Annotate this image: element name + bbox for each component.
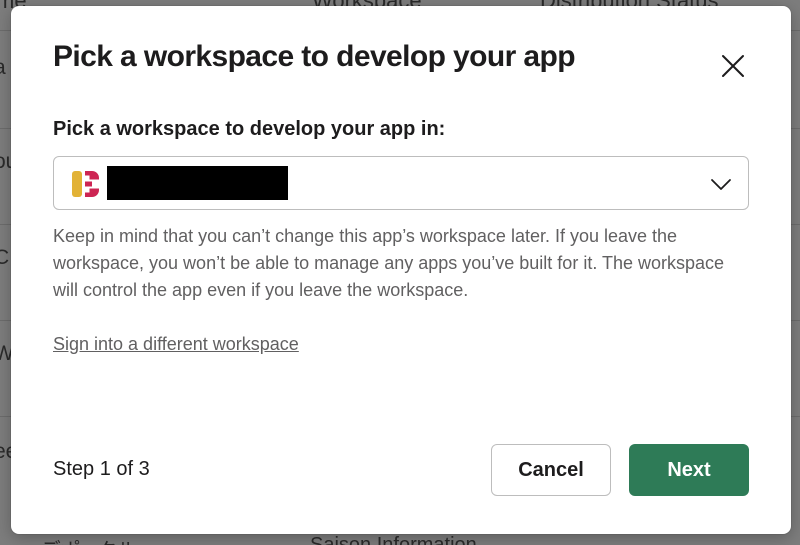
selected-workspace-name — [107, 166, 288, 200]
step-indicator: Step 1 of 3 — [53, 458, 150, 480]
dialog-title: Pick a workspace to develop your app — [53, 40, 576, 73]
bg-row-cell: C — [0, 246, 10, 269]
close-icon — [722, 55, 744, 77]
bg-footer-app-name: ...ッデポ...クル... — [4, 534, 153, 545]
cancel-button[interactable]: Cancel — [491, 444, 611, 496]
next-button[interactable]: Next — [629, 444, 749, 496]
workspace-picker-dialog: Pick a workspace to develop your app Pic… — [11, 6, 791, 534]
bg-row-cell: a — [0, 56, 6, 80]
sign-in-different-workspace-link[interactable]: Sign into a different workspace — [53, 334, 299, 355]
workspace-select[interactable] — [53, 156, 749, 210]
workspace-logo-icon — [72, 171, 99, 197]
close-button[interactable] — [717, 50, 749, 82]
chevron-down-icon — [711, 179, 731, 190]
bg-footer-workspace: Saison Information — [310, 534, 477, 545]
workspace-field-label: Pick a workspace to develop your app in: — [53, 118, 446, 140]
workspace-help-text: Keep in mind that you can’t change this … — [53, 226, 725, 300]
